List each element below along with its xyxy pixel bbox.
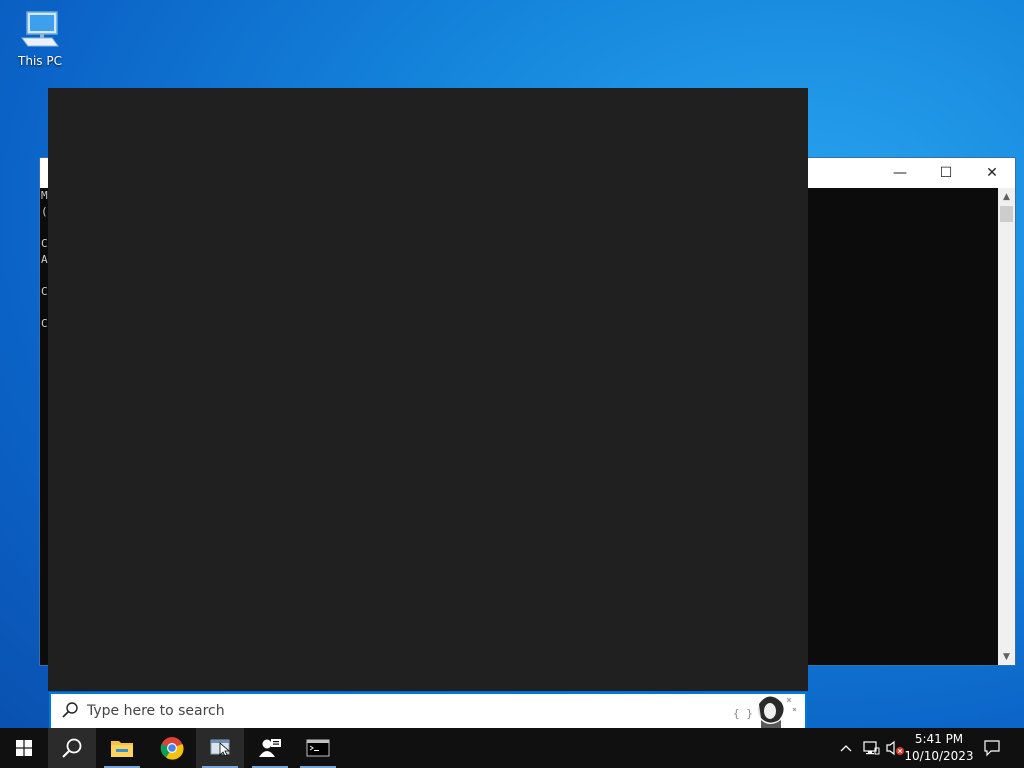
chrome-button[interactable] [148, 728, 196, 768]
minimize-button[interactable]: — [877, 158, 923, 188]
computer-icon [21, 11, 59, 47]
user-app-button[interactable] [246, 728, 294, 768]
app-window-button[interactable] [196, 728, 244, 768]
file-explorer-button[interactable] [98, 728, 146, 768]
taskbar: 5:41 PM 10/10/2023 [0, 728, 1024, 768]
search-input[interactable] [87, 700, 687, 722]
notification-icon [984, 740, 1000, 757]
network-icon [863, 741, 880, 755]
desktop-icon-label: This PC [18, 54, 62, 68]
clock[interactable]: 5:41 PM 10/10/2023 [902, 728, 976, 768]
search-flyout-panel [48, 88, 808, 691]
console-scrollbar[interactable]: ▲ ▼ [998, 188, 1015, 665]
scroll-up-arrow-icon[interactable]: ▲ [998, 188, 1015, 205]
user-icon [259, 739, 281, 757]
svg-text:{ }: { } [733, 707, 753, 720]
terminal-icon [306, 739, 330, 757]
chrome-icon [160, 737, 184, 760]
clock-date: 10/10/2023 [904, 749, 974, 763]
clock-time: 5:41 PM [914, 732, 964, 746]
scroll-thumb[interactable] [1000, 206, 1013, 222]
maximize-button[interactable]: ☐ [923, 158, 969, 188]
search-icon [62, 738, 82, 758]
action-center-button[interactable] [978, 728, 1006, 768]
start-button[interactable] [0, 728, 48, 768]
close-button[interactable]: ✕ [969, 158, 1015, 188]
desktop-icon-this-pc[interactable]: This PC [12, 8, 68, 68]
terminal-button[interactable] [294, 728, 342, 768]
show-hidden-icons-button[interactable] [836, 728, 856, 768]
folder-icon [111, 741, 133, 757]
search-highlight-doodle-icon: { } [733, 696, 797, 728]
search-icon [62, 702, 78, 718]
window-app-icon [210, 739, 231, 757]
search-button[interactable] [48, 728, 96, 768]
scroll-down-arrow-icon[interactable]: ▼ [998, 648, 1015, 665]
windows-logo-icon [16, 740, 32, 756]
network-button[interactable] [860, 728, 882, 768]
search-box[interactable]: { } [49, 692, 807, 728]
chevron-up-icon [840, 745, 852, 752]
